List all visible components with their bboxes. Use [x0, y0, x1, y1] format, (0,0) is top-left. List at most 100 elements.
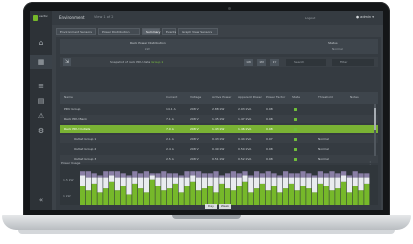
chart-bar-series-2	[149, 173, 155, 176]
chart-bar-series-1	[109, 175, 115, 182]
cell-name: Rack PDU Outlets	[64, 127, 91, 131]
chart-bar-series-1	[323, 177, 329, 186]
chart-bar-series-0	[80, 186, 86, 205]
chart-bar-series-0	[196, 190, 202, 205]
search-input[interactable]: Search	[286, 58, 326, 66]
chart-bar-series-2	[85, 171, 92, 178]
chart-bar-series-1	[114, 177, 121, 191]
cell-current: 2.1 A	[166, 137, 174, 141]
chart-bar-series-2	[91, 173, 97, 178]
chart-bar-series-1	[341, 175, 347, 182]
table-row[interactable]: Rack PDU Outlets 7.0 A 208 V 1.43 kW 1.46 kV…	[60, 125, 378, 133]
chart-bar-series-2	[364, 173, 370, 178]
chart-bar-series-0	[341, 181, 347, 205]
scrollbar-thumb[interactable]	[374, 108, 376, 130]
expand-icon[interactable]: ⇲	[63, 58, 71, 66]
cell-apparent: 0.52 kVA	[238, 157, 252, 161]
chart-week-button[interactable]: Week	[219, 204, 231, 209]
chart-bar-series-1	[294, 177, 300, 191]
cell-pf: 0.98	[266, 107, 273, 111]
table-row[interactable]: Outlet Group 2 2.4 A 208 V 0.49 kW 0.50 kVA 0…	[60, 145, 378, 153]
chart-bar-series-0	[149, 179, 155, 205]
cell-voltage: 208 V	[190, 117, 199, 121]
chart-bar-series-2	[317, 171, 324, 178]
status-ok-icon	[294, 107, 297, 111]
range-1y-button[interactable]: 1Y	[270, 58, 279, 66]
chart-bar-series-1	[132, 177, 138, 184]
chart-bar-series-0	[155, 186, 161, 205]
status-ok-icon	[294, 157, 297, 161]
chart-bar-series-0	[236, 186, 242, 205]
chart-bar-series-2	[312, 175, 318, 178]
col-notes[interactable]: Notes	[350, 95, 359, 99]
chart-bar-series-1	[259, 177, 266, 184]
chart-bar-series-1	[161, 177, 167, 191]
chart-bar-series-2	[329, 171, 335, 178]
chart-bar-series-0	[271, 186, 277, 205]
chart-bar-series-0	[283, 188, 289, 205]
chart-day-button[interactable]: Day	[205, 204, 217, 209]
cell-voltage: 208 V	[190, 127, 199, 131]
col-current[interactable]: Current	[166, 95, 177, 99]
table-row[interactable]: Rack PDU Bank 7.1 A 208 V 1.45 kW 1.47 kVA 0.…	[60, 115, 378, 123]
chart-bar-series-0	[138, 188, 144, 205]
chart-bar-series-2	[248, 175, 254, 178]
chart-bar-series-0	[161, 190, 167, 205]
chart-bar-series-2	[306, 173, 312, 178]
table-row[interactable]: Outlet Group 1 2.1 A 208 V 0.43 kW 0.44 kVA 0…	[60, 135, 378, 143]
chart-bar-series-0	[132, 183, 138, 205]
chart-bar-series-2	[259, 173, 266, 178]
chart-bar-series-2	[283, 171, 289, 178]
chart-bar-series-2	[167, 173, 173, 178]
chart-bar-series-1	[178, 177, 184, 193]
chart-bar-series-1	[265, 177, 271, 191]
toolbar-label: Snapshot of rack PDU data Group 1	[110, 60, 163, 64]
chart-bar-series-1	[184, 177, 190, 186]
power-chart-svg	[80, 171, 370, 205]
chart-bar-series-0	[85, 190, 92, 205]
filter-input[interactable]: Filter	[332, 58, 374, 66]
table-row[interactable]: Outlet Group 3 2.5 A 208 V 0.51 kW 0.52 kVA 0…	[60, 155, 378, 163]
toolbar-label-group: Group 1	[151, 60, 164, 64]
col-power-factor[interactable]: Power Factor	[266, 95, 285, 99]
chart-bar-series-2	[335, 173, 341, 178]
chart-bar-series-0	[120, 186, 126, 205]
col-state[interactable]: State	[292, 95, 300, 99]
chart-bar-series-0	[242, 181, 248, 205]
chart-bar-series-0	[225, 188, 231, 205]
table-scrollbar[interactable]	[374, 104, 376, 156]
table-row[interactable]: PDU Group 14.1 A 208 V 2.88 kW 2.93 kVA 0.98	[60, 105, 378, 113]
chart-bar-series-1	[167, 177, 173, 189]
range-1m-button[interactable]: 1M	[257, 58, 266, 66]
cell-pf: 0.98	[266, 147, 273, 151]
chart-bar-series-1	[120, 177, 126, 186]
chart-bar-series-0	[364, 183, 370, 205]
col-voltage[interactable]: Voltage	[190, 95, 201, 99]
table-toolbar: ⇲ Snapshot of rack PDU data Group 1 1W 1…	[60, 57, 378, 67]
chart-bar-series-1	[143, 177, 150, 193]
chart-bar-series-0	[143, 192, 150, 205]
chart-bar-series-0	[91, 183, 97, 205]
chart-bar-series-2	[254, 171, 260, 178]
chart-bar-series-2	[346, 175, 353, 178]
col-apparent-power[interactable]: Apparent Power	[238, 95, 262, 99]
col-threshold[interactable]: Threshold	[318, 95, 333, 99]
cell-power: 1.43 kW	[212, 127, 225, 131]
range-1w-button[interactable]: 1W	[244, 58, 253, 66]
col-active-power[interactable]: Active Power	[212, 95, 231, 99]
cell-power: 0.49 kW	[212, 147, 225, 151]
col-name[interactable]: Name	[64, 95, 73, 99]
cell-voltage: 208 V	[190, 157, 199, 161]
chart-bar-series-2	[294, 173, 300, 178]
chart-bar-series-2	[97, 175, 103, 178]
screen-content: Rack Power Distribution kW Status Normal…	[30, 11, 383, 210]
chart-bar-series-1	[80, 175, 86, 186]
chart-bar-series-1	[225, 177, 231, 189]
chart-bar-series-0	[103, 188, 109, 205]
chart-bar-series-0	[358, 190, 364, 205]
chart-bar-series-1	[201, 177, 208, 189]
table-header: Name Current Voltage Active Power Appare…	[60, 92, 378, 104]
chart-bar-series-1	[149, 175, 155, 180]
chart-bar-series-0	[265, 190, 271, 205]
chart-bar-series-1	[312, 177, 318, 193]
